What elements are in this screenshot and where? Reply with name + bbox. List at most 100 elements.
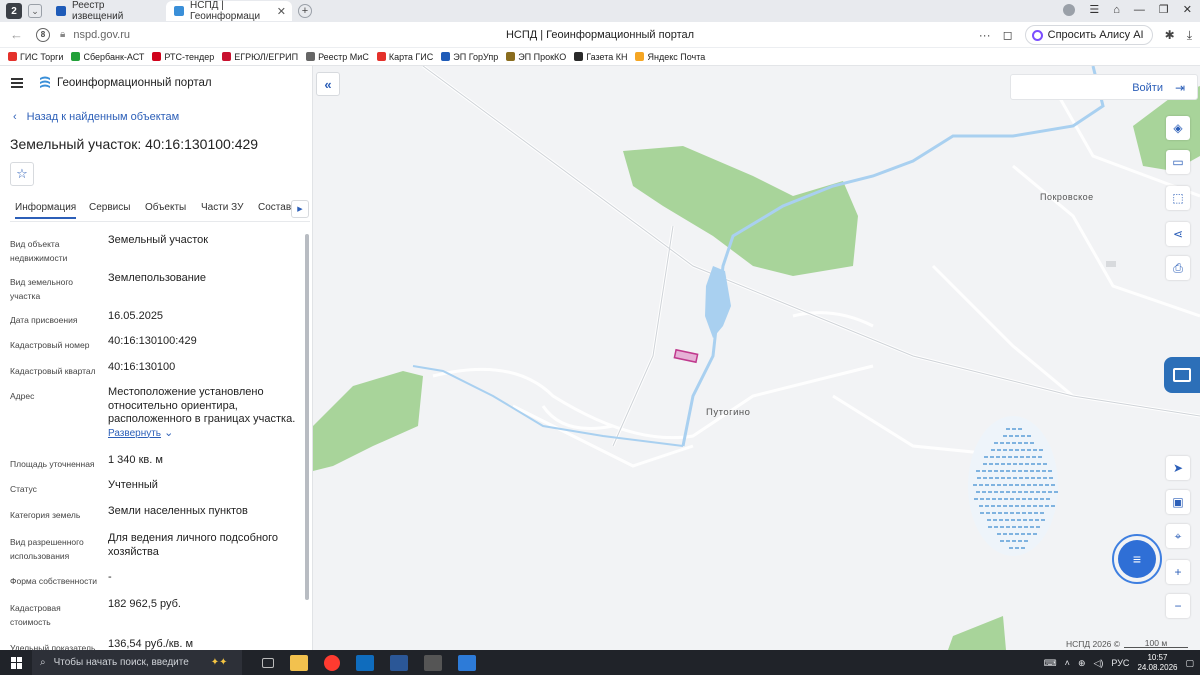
calculator-icon[interactable] <box>424 654 442 671</box>
app-icon[interactable] <box>458 654 476 671</box>
clock[interactable]: 10:57 24.08.2026 <box>1137 653 1177 673</box>
property-value: 136,54 руб./кв. м <box>108 638 298 650</box>
print-button[interactable]: ⎙ <box>1166 256 1190 280</box>
bookmark-icon[interactable]: ◻︎ <box>1003 28 1013 42</box>
side-widget-button[interactable] <box>1164 357 1200 393</box>
search-location-button[interactable]: ⌖ <box>1166 524 1190 548</box>
tab-objects[interactable]: Объекты <box>145 202 186 213</box>
chevron-up-icon[interactable]: ˄ <box>1065 658 1070 668</box>
minimap-icon: ▣ <box>1172 495 1184 509</box>
bookmark-item[interactable]: Сбербанк-АСТ <box>71 52 144 62</box>
more-dots-icon[interactable]: ··· <box>979 28 991 42</box>
login-box: Войти ⇥ <box>1010 74 1198 100</box>
property-value-text: Земельный участок <box>108 234 209 246</box>
bookmark-item[interactable]: Газета КН <box>574 52 627 62</box>
chevron-down-icon[interactable]: ⌄ <box>161 427 173 439</box>
property-value: 1 340 кв. м <box>108 454 298 468</box>
chat-icon: ≡ <box>1118 540 1156 578</box>
bookmark-item[interactable]: Реестр МиС <box>306 52 369 62</box>
tabs-scroll-right-icon[interactable]: ▶ <box>291 200 309 218</box>
locate-button[interactable]: ➤ <box>1166 456 1190 480</box>
scrollbar-thumb[interactable] <box>305 234 309 600</box>
login-arrow-icon[interactable]: ⇥ <box>1175 81 1185 95</box>
bookmarks-bar: ГИС Торги Сбербанк-АСТ РТС-тендер ЕГРЮЛ/ЕГР… <box>0 48 1200 66</box>
back-to-results-link[interactable]: ‹ Назад к найденным объектам <box>13 111 179 123</box>
bookmark-item[interactable]: ЭП ГорУпр <box>441 52 498 62</box>
marsh-area <box>968 416 1058 556</box>
protect-badge-icon[interactable]: 8 <box>36 27 50 42</box>
minimap-button[interactable]: ▣ <box>1166 490 1190 514</box>
tab-counter[interactable]: 2 <box>6 3 22 19</box>
bookmark-item[interactable]: ГИС Торги <box>8 52 63 62</box>
bookmark-favicon-icon <box>506 52 516 61</box>
keyboard-icon[interactable]: ⌨ <box>1044 658 1057 669</box>
close-window-icon[interactable]: ✕ <box>1183 3 1192 16</box>
map-view[interactable] <box>313 66 1200 650</box>
lock-icon[interactable]: 🔒︎ <box>60 29 65 40</box>
windows-start-icon[interactable] <box>11 656 23 669</box>
file-explorer-icon[interactable] <box>290 654 308 671</box>
bookmark-item[interactable]: ЕГРЮЛ/ЕГРИП <box>222 52 298 62</box>
select-area-button[interactable]: ⬚ <box>1166 186 1190 210</box>
maximize-icon[interactable]: ❐ <box>1159 3 1169 16</box>
taskbar-search[interactable]: ⌕ Чтобы начать поиск, введите ✦✦ <box>32 650 242 675</box>
bookmark-item[interactable]: Карта ГИС <box>376 52 433 62</box>
new-tab-button[interactable]: + <box>298 4 312 18</box>
volume-icon[interactable]: ◁) <box>1093 658 1103 669</box>
language-indicator[interactable]: РУС <box>1111 658 1129 668</box>
bookmark-item[interactable]: ЭП ПрокКО <box>506 52 566 62</box>
outlook-icon[interactable] <box>356 654 374 671</box>
tab-services[interactable]: Сервисы <box>89 202 130 213</box>
select-area-icon: ⬚ <box>1172 191 1184 205</box>
bookmark-panel-icon[interactable]: ⌂ <box>1113 4 1120 16</box>
tab-composition[interactable]: Состав <box>258 202 291 213</box>
minus-icon: − <box>1174 599 1182 613</box>
profile-avatar[interactable] <box>1063 3 1076 16</box>
property-value: Земли населенных пунктов <box>108 505 298 519</box>
panel-scrollbar[interactable] <box>304 234 310 646</box>
word-icon[interactable] <box>390 654 408 671</box>
notifications-icon[interactable]: ▢ <box>1185 658 1194 669</box>
tab-label: НСПД | Геоинформаци <box>190 0 261 22</box>
menu-icon[interactable]: ☰ <box>1089 3 1099 16</box>
map-canvas[interactable] <box>313 66 1200 650</box>
task-view-icon[interactable] <box>262 657 274 668</box>
bookmark-item[interactable]: Яндекс Почта <box>635 52 705 62</box>
hamburger-menu-icon[interactable] <box>11 78 23 88</box>
network-icon[interactable]: ⊕ <box>1078 658 1086 669</box>
expand-address-link[interactable]: Развернуть <box>108 428 161 439</box>
bookmark-label: РТС-тендер <box>164 51 215 62</box>
property-value: 16.05.2025 <box>108 310 298 324</box>
zoom-in-button[interactable]: + <box>1166 560 1190 584</box>
bookmark-favicon-icon <box>152 52 162 61</box>
browser-tab-registry[interactable]: Реестр извещений <box>48 0 160 22</box>
extensions-icon[interactable]: ✱ <box>1165 28 1175 42</box>
property-value-text: Для ведения личного подсобного хозяйства <box>108 532 279 558</box>
ruler-button[interactable]: ▭ <box>1166 150 1190 174</box>
taskbar-search-placeholder: Чтобы начать поиск, введите <box>53 657 189 668</box>
property-value-text: 1 340 кв. м <box>108 454 163 466</box>
url-field[interactable]: nspd.gov.ru <box>73 29 373 41</box>
share-button[interactable]: ⋖ <box>1166 222 1190 246</box>
bookmark-item[interactable]: РТС-тендер <box>152 52 214 62</box>
land-parcel-429 <box>673 348 699 364</box>
collapse-panel-button[interactable]: « <box>316 72 340 96</box>
object-title: Земельный участок: 40:16:130100:429 <box>10 136 259 152</box>
ask-alice-button[interactable]: Спросить Алису AI <box>1024 25 1153 45</box>
browser-tab-nspd[interactable]: НСПД | Геоинформаци ✕ <box>166 0 292 22</box>
property-value: - <box>108 571 298 585</box>
back-arrow-icon[interactable]: ← <box>10 27 24 42</box>
favorite-star-button[interactable]: ☆ <box>10 162 34 186</box>
tab-information[interactable]: Информация <box>15 202 77 219</box>
zoom-out-button[interactable]: − <box>1166 594 1190 618</box>
minimize-icon[interactable]: — <box>1134 4 1145 16</box>
tab-parts[interactable]: Части ЗУ <box>201 202 243 213</box>
yandex-browser-icon[interactable] <box>324 654 340 671</box>
layers-button[interactable]: ◈ <box>1166 116 1190 140</box>
close-tab-icon[interactable]: ✕ <box>277 5 286 18</box>
download-icon[interactable]: ⤓ <box>1187 28 1192 43</box>
chat-assistant-button[interactable]: ≡ <box>1112 534 1162 584</box>
forest-area <box>313 371 423 471</box>
login-button[interactable]: Войти <box>1132 82 1163 94</box>
tab-menu-chevron-icon[interactable]: ⌄ <box>28 4 42 18</box>
